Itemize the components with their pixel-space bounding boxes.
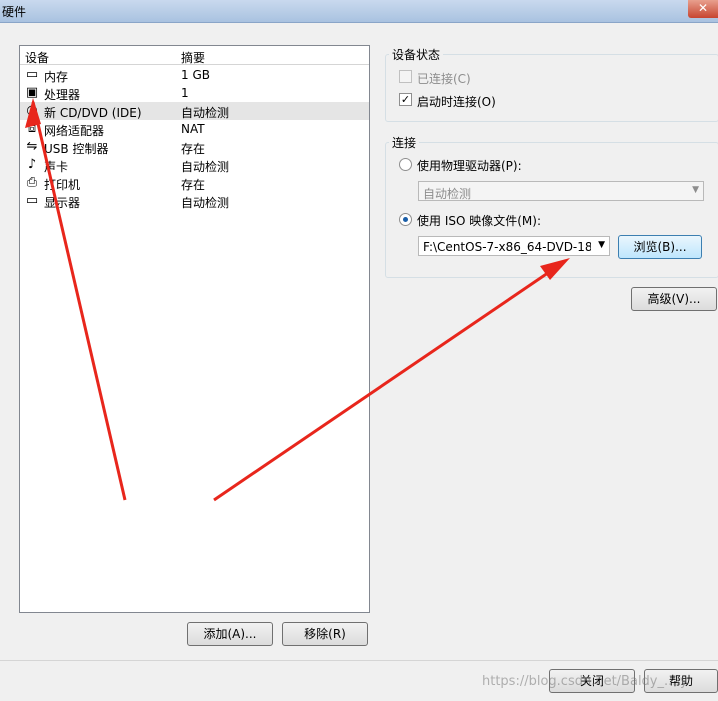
physical-drive-value: 自动检测 [423,187,472,201]
connected-checkbox[interactable] [399,70,412,83]
remove-hardware-button[interactable]: 移除(R) [282,622,368,646]
hardware-row-summary: 自动检测 [181,106,230,120]
iso-image-path-select[interactable]: F:\CentOS-7-x86_64-DVD-181 ▼ [418,236,610,256]
hardware-row-name: 处理器 [44,88,81,102]
memory-icon: ▭ [25,67,39,82]
footer-divider [0,660,718,661]
column-header-device[interactable]: 设备 [25,49,49,66]
add-hardware-button[interactable]: 添加(A)... [187,622,273,646]
cpu-icon: ▣ [25,85,39,100]
hardware-row-name: 内存 [44,70,69,84]
hardware-row-name: 声卡 [44,160,69,174]
hardware-row-name: 网络适配器 [44,124,105,138]
close-window-button[interactable]: ✕ [688,0,718,18]
hardware-list[interactable]: 设备 摘要 ▭ 内存 1 GB ▣ 处理器 1 ◎ 新 CD/DVD (IDE) 自动检测 ⧈ 网络… [19,45,370,613]
display-icon: ▭ [25,193,39,208]
hardware-list-header: 设备 摘要 [20,46,369,65]
connection-group-label: 连接 [389,134,420,151]
network-adapter-icon: ⧈ [27,121,37,136]
hardware-row[interactable]: ⇋ USB 控制器 存在 [20,138,369,156]
hardware-row[interactable]: ▣ 处理器 1 [20,84,369,102]
column-header-summary[interactable]: 摘要 [181,49,205,66]
hardware-row[interactable]: ⧈ 网络适配器 NAT [20,120,369,138]
hardware-row[interactable]: ▭ 内存 1 GB [20,66,369,84]
connect-at-power-on-label: 启动时连接(O) [417,95,496,109]
iso-image-path-value: F:\CentOS-7-x86_64-DVD-181 [423,240,591,254]
sound-card-icon: ♪ [27,157,37,172]
watermark: https://blog.csdn.net/Baldy_...ly [482,674,688,689]
hardware-row-summary: 存在 [181,178,206,192]
hardware-row[interactable]: ◎ 新 CD/DVD (IDE) 自动检测 [20,102,369,120]
hardware-row-summary: 自动检测 [181,160,230,174]
physical-drive-label: 使用物理驱动器(P): [417,159,522,173]
dropdown-arrow-icon: ▼ [598,240,605,250]
usb-icon: ⇋ [26,139,38,154]
window-title: 硬件 [2,5,27,19]
connected-label: 已连接(C) [417,72,471,86]
hardware-row[interactable]: ⎙ 打印机 存在 [20,174,369,192]
window-title-bar: 硬件 ✕ [0,0,718,23]
hardware-row-summary: NAT [181,122,205,136]
hardware-row[interactable]: ▭ 显示器 自动检测 [20,192,369,210]
checkmark-icon: ✓ [400,93,411,106]
hardware-row-summary: 存在 [181,142,206,156]
hardware-row-summary: 自动检测 [181,196,230,210]
connect-at-power-on-checkbox[interactable]: ✓ [399,93,412,106]
hardware-row-name: 显示器 [44,196,81,210]
physical-drive-radio[interactable] [399,158,412,171]
device-status-group [385,54,718,122]
hardware-row-summary: 1 GB [181,68,210,82]
hardware-row-name: USB 控制器 [44,142,109,156]
browse-button[interactable]: 浏览(B)... [618,235,702,259]
iso-image-label: 使用 ISO 映像文件(M): [417,214,541,228]
cd-dvd-icon: ◎ [26,103,38,118]
hardware-row-summary: 1 [181,86,189,100]
advanced-button[interactable]: 高级(V)... [631,287,717,311]
hardware-row-name: 新 CD/DVD (IDE) [44,106,142,120]
iso-image-radio[interactable] [399,213,412,226]
hardware-row-name: 打印机 [44,178,81,192]
hardware-row[interactable]: ♪ 声卡 自动检测 [20,156,369,174]
physical-drive-select[interactable]: 自动检测 ▼ [418,181,704,201]
printer-icon: ⎙ [26,175,38,190]
device-status-group-label: 设备状态 [389,46,444,63]
dropdown-arrow-icon: ▼ [692,185,699,195]
